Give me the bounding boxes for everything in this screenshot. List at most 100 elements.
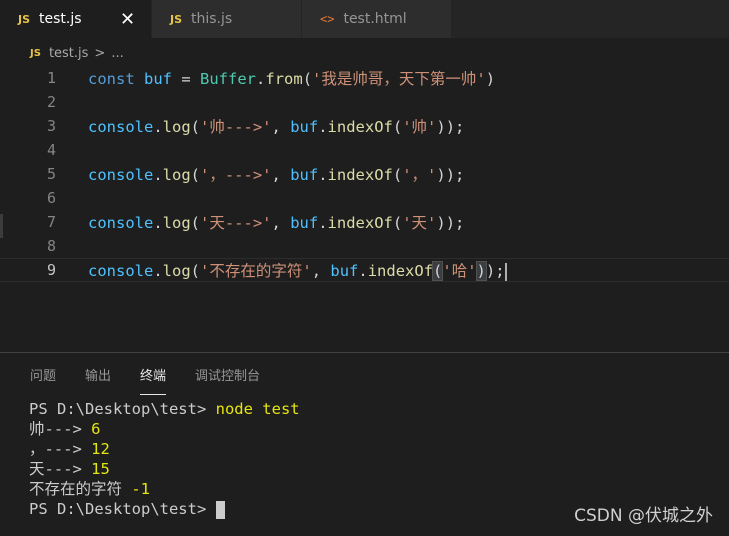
terminal-command: node test	[215, 400, 300, 418]
breadcrumb-separator: >	[94, 45, 106, 61]
line-number: 7	[46, 213, 56, 231]
code-line-1[interactable]: 1 const buf = Buffer.from('我是帅哥，天下第一帅')	[0, 66, 729, 90]
output-value: 15	[91, 460, 110, 478]
string-literal: '哈'	[442, 262, 477, 280]
code-line-9[interactable]: 9 console.log('不存在的字符', buf.indexOf('哈')…	[0, 258, 729, 282]
punctuation: )	[485, 70, 496, 88]
punctuation: ,	[271, 166, 291, 184]
terminal-line: PS D:\Desktop\test>	[29, 499, 300, 519]
code-line-6[interactable]: 6	[0, 186, 729, 210]
tab-problems[interactable]: 问题	[30, 353, 56, 395]
code-text: console.log('，--->', buf.indexOf('，'));	[88, 163, 464, 185]
tab-terminal[interactable]: 终端	[140, 353, 167, 395]
line-number: 3	[46, 117, 56, 135]
punctuation: (	[190, 166, 201, 184]
javascript-file-icon: JS	[18, 12, 31, 26]
line-number: 4	[46, 141, 56, 159]
function-name: indexOf	[327, 166, 393, 184]
string-literal: '帅'	[402, 118, 437, 136]
object-name: console	[88, 166, 154, 184]
tab-output[interactable]: 输出	[85, 353, 111, 395]
tab-label: this.js	[191, 11, 233, 27]
bracket-match: )	[475, 261, 487, 281]
code-line-8[interactable]: 8	[0, 234, 729, 258]
output-value: 12	[91, 440, 110, 458]
html-file-icon: <>	[320, 12, 335, 26]
line-number: 2	[46, 93, 56, 111]
string-literal: '天--->'	[200, 214, 272, 232]
punctuation: ,	[311, 262, 331, 280]
punctuation: .	[153, 118, 163, 136]
output-value: -1	[131, 480, 151, 498]
punctuation: (	[190, 262, 201, 280]
code-line-7[interactable]: 7 console.log('天--->', buf.indexOf('天'))…	[0, 210, 729, 234]
text-cursor	[504, 262, 507, 281]
tab-label: test.js	[39, 11, 82, 27]
line-number: 5	[46, 165, 56, 183]
punctuation: (	[392, 166, 403, 184]
punctuation: .	[153, 166, 163, 184]
function-name: from	[265, 70, 303, 88]
punctuation: (	[392, 118, 403, 136]
punctuation: ));	[436, 166, 465, 184]
breadcrumb-file[interactable]: test.js	[49, 46, 88, 61]
punctuation: ));	[436, 118, 465, 136]
function-name: indexOf	[367, 262, 434, 280]
punctuation: .	[153, 214, 163, 232]
object-name: console	[88, 118, 154, 136]
object-name: console	[88, 262, 154, 280]
punctuation: ,	[271, 214, 291, 232]
line-number: 6	[46, 189, 56, 207]
javascript-file-icon: JS	[30, 47, 41, 59]
output-label: 帅--->	[29, 420, 92, 438]
punctuation: .	[318, 118, 328, 136]
output-label: 天--->	[29, 460, 92, 478]
punctuation: (	[302, 70, 313, 88]
output-label: 不存在的字符	[29, 480, 132, 498]
code-text: console.log('不存在的字符', buf.indexOf('哈'));	[88, 259, 507, 281]
code-line-4[interactable]: 4	[0, 138, 729, 162]
breadcrumb-more[interactable]: ...	[111, 46, 123, 61]
punctuation: .	[318, 214, 328, 232]
string-literal: '，'	[402, 166, 437, 184]
breadcrumb: JS test.js > ...	[0, 40, 124, 66]
terminal-output[interactable]: PS D:\Desktop\test> node test 帅---> 6 ，-…	[29, 399, 300, 519]
close-icon[interactable]: ✕	[120, 9, 136, 30]
variable: buf	[330, 262, 359, 280]
punctuation: (	[190, 118, 201, 136]
tab-test-js[interactable]: JS test.js ✕	[0, 0, 152, 38]
tab-test-html[interactable]: <> test.html	[302, 0, 452, 38]
code-line-3[interactable]: 3 console.log('帅--->', buf.indexOf('帅'))…	[0, 114, 729, 138]
tab-this-js[interactable]: JS this.js	[152, 0, 302, 38]
class-name: Buffer	[200, 70, 257, 88]
string-literal: '不存在的字符'	[200, 262, 312, 280]
tab-label: test.html	[343, 11, 407, 27]
punctuation: (	[190, 214, 201, 232]
javascript-file-icon: JS	[170, 12, 183, 26]
terminal-line: PS D:\Desktop\test> node test	[29, 399, 300, 419]
terminal-cursor	[215, 500, 225, 519]
code-line-5[interactable]: 5 console.log('，--->', buf.indexOf('，'))…	[0, 162, 729, 186]
function-name: log	[162, 118, 191, 136]
terminal-line: 帅---> 6	[29, 419, 300, 439]
function-name: log	[162, 166, 191, 184]
terminal-prompt: PS D:\Desktop\test>	[29, 400, 216, 418]
object-name: console	[88, 214, 154, 232]
punctuation: .	[318, 166, 328, 184]
punctuation: .	[153, 262, 163, 280]
terminal-line: 不存在的字符 -1	[29, 479, 300, 499]
punctuation: .	[256, 70, 266, 88]
bracket-match: (	[431, 261, 444, 281]
variable: buf	[290, 214, 319, 232]
code-line-2[interactable]: 2	[0, 90, 729, 114]
punctuation: .	[358, 262, 368, 280]
code-editor[interactable]: 1 const buf = Buffer.from('我是帅哥，天下第一帅') …	[0, 66, 729, 352]
code-text: const buf = Buffer.from('我是帅哥，天下第一帅')	[88, 67, 495, 89]
string-literal: '，--->'	[200, 166, 272, 184]
punctuation: ,	[271, 118, 291, 136]
output-value: 6	[91, 420, 101, 438]
terminal-line: 天---> 15	[29, 459, 300, 479]
line-number: 8	[46, 237, 56, 255]
function-name: log	[162, 214, 191, 232]
tab-debug-console[interactable]: 调试控制台	[195, 353, 260, 395]
